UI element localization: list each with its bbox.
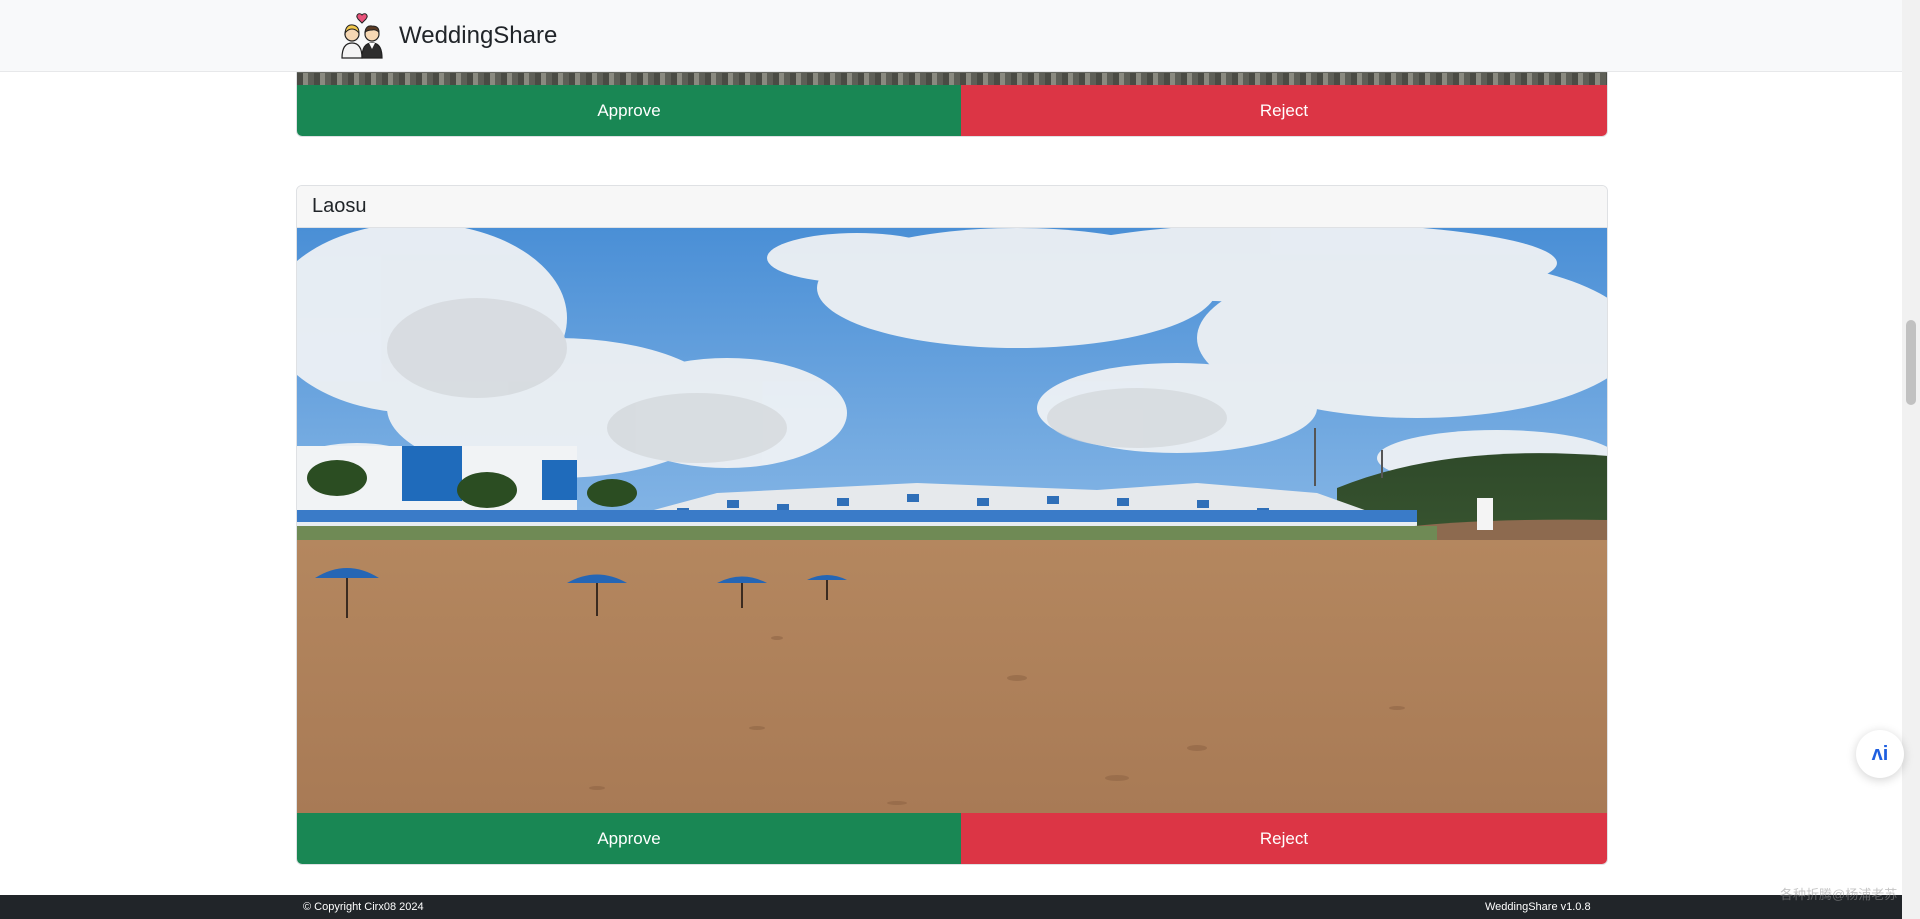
reject-button[interactable]: Reject	[961, 813, 1607, 864]
footer: © Copyright Cirx08 2024 WeddingShare v1.…	[0, 895, 1902, 919]
footer-version: WeddingShare v1.0.8	[1485, 901, 1591, 913]
beach-resort-photo	[297, 228, 1607, 815]
assistant-icon[interactable]: ʌi	[1856, 730, 1904, 778]
couple-icon	[341, 13, 383, 59]
brand-name: WeddingShare	[399, 22, 558, 49]
navbar: WeddingShare	[0, 0, 1902, 72]
gallery-content: Approve Reject Laosu Approve Reject	[0, 0, 1902, 895]
card-actions: Approve Reject	[297, 85, 1607, 136]
scrollbar-thumb[interactable]	[1906, 320, 1916, 405]
watermark: 各种折腾@杨浦老苏	[1780, 887, 1898, 902]
reject-button[interactable]: Reject	[961, 85, 1607, 136]
approve-button[interactable]: Approve	[297, 85, 961, 136]
scrollbar[interactable]	[1902, 0, 1920, 919]
uploader-name: Laosu	[312, 195, 367, 217]
brand-link[interactable]: WeddingShare	[338, 12, 557, 60]
footer-copyright: © Copyright Cirx08 2024	[303, 901, 424, 913]
gallery-card: Laosu Approve Reject	[296, 185, 1608, 865]
card-actions: Approve Reject	[297, 813, 1607, 864]
approve-button[interactable]: Approve	[297, 813, 961, 864]
gallery-photo[interactable]	[297, 228, 1607, 815]
card-header: Laosu	[297, 186, 1607, 228]
assistant-glyph: ʌi	[1871, 742, 1889, 765]
